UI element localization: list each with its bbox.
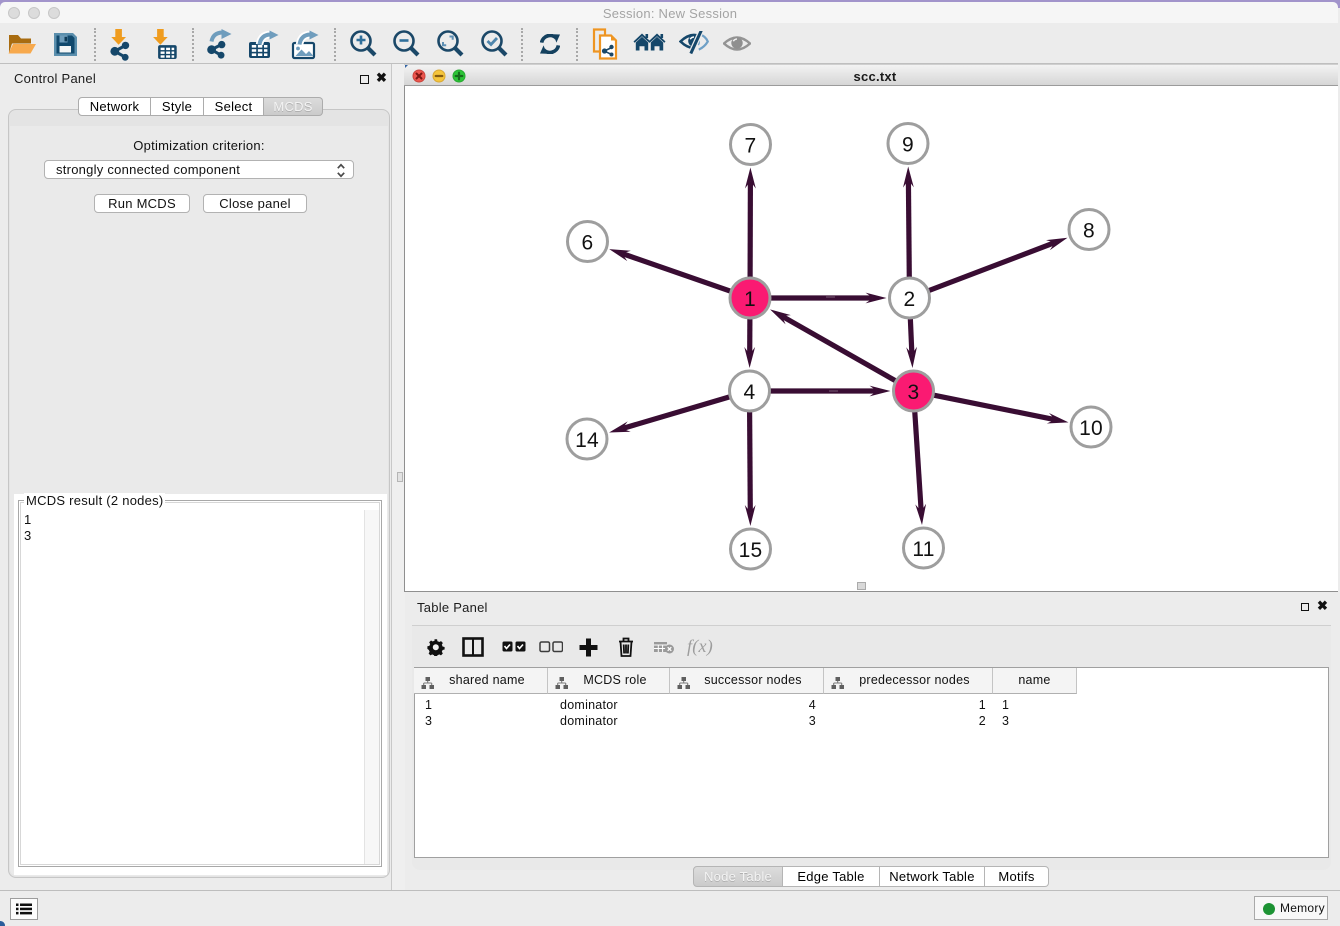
svg-text:15: 15 — [739, 539, 763, 562]
svg-text:2: 2 — [904, 288, 916, 311]
svg-text:8: 8 — [1083, 220, 1095, 243]
svg-text:10: 10 — [1079, 417, 1103, 440]
svg-text:9: 9 — [902, 134, 914, 157]
svg-text:1: 1 — [744, 288, 756, 311]
svg-text:4: 4 — [744, 381, 756, 404]
svg-text:7: 7 — [745, 135, 757, 158]
svg-text:3: 3 — [908, 381, 920, 404]
svg-text:11: 11 — [912, 538, 934, 561]
svg-text:6: 6 — [582, 232, 594, 255]
svg-text:14: 14 — [575, 429, 599, 452]
